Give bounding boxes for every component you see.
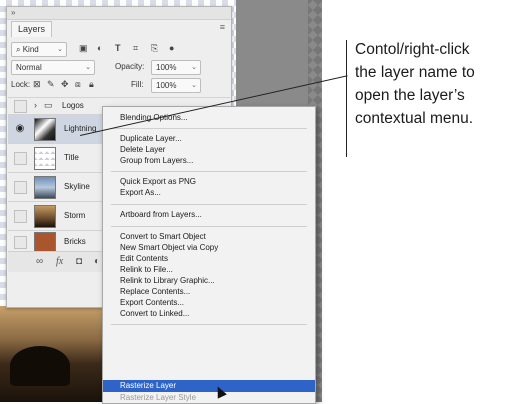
opacity-field[interactable]: 100% ⌄	[151, 60, 201, 75]
menu-separator	[111, 204, 307, 205]
smart-object-filter-icon[interactable]: ⎘	[151, 42, 158, 55]
layer-name[interactable]: Title	[64, 144, 79, 172]
lock-all-icon[interactable]: 🔒︎	[89, 78, 94, 91]
chevron-down-icon: ⌄	[191, 82, 197, 89]
type-filter-icon[interactable]: T	[115, 42, 121, 55]
eye-icon[interactable]: ◉	[14, 123, 26, 135]
menu-item-export-as[interactable]: Export As...	[103, 187, 315, 199]
tab-layers[interactable]: Layers	[11, 21, 53, 37]
lock-label: Lock:	[11, 80, 31, 89]
chevron-down-icon: ⌄	[191, 64, 197, 71]
folder-icon: ▭	[44, 100, 53, 110]
fill-label: Fill:	[131, 80, 144, 89]
layer-thumbnail	[34, 176, 56, 199]
callout-line: contextual menu.	[355, 110, 474, 127]
menu-item-rasterize-layer[interactable]: Rasterize Layer	[103, 380, 315, 392]
callout-line: Contol/right-click	[355, 41, 470, 58]
filter-toggle-icon[interactable]: ●	[169, 42, 174, 55]
pixel-filter-icon[interactable]: ▣	[79, 42, 88, 55]
visibility-toggle[interactable]	[14, 210, 27, 223]
menu-item-artboard-from-layers[interactable]: Artboard from Layers...	[103, 209, 315, 221]
menu-item-convert-to-linked[interactable]: Convert to Linked...	[103, 308, 315, 320]
photo-silhouette	[10, 346, 70, 386]
mask-icon[interactable]: ◘	[76, 255, 82, 269]
fill-value: 100%	[156, 81, 177, 90]
blend-mode-value: Normal	[16, 63, 42, 72]
lock-artboard-icon[interactable]: ⧈	[75, 78, 81, 91]
filter-kind-select[interactable]: ⌕ Kind ⌄	[11, 42, 67, 57]
menu-separator	[111, 128, 307, 129]
callout-line: the layer name to	[355, 64, 475, 81]
layer-name[interactable]: Bricks	[64, 231, 86, 252]
visibility-toggle[interactable]	[14, 181, 27, 194]
visibility-toggle[interactable]	[14, 100, 27, 113]
filter-row: ⌕ Kind ⌄ ▣ ◐ T ⌗ ⎘ ●	[11, 41, 227, 57]
lock-transparency-icon[interactable]: ⊠	[33, 78, 41, 91]
lock-row: Lock: ⊠ ✎ ✥ ⧈ 🔒︎ Fill: 100% ⌄	[11, 77, 227, 93]
opacity-value: 100%	[156, 63, 177, 72]
adjustment-icon[interactable]: ◐	[94, 255, 100, 269]
collapse-icon[interactable]: »	[11, 8, 15, 17]
callout-text: Contol/right-click the layer name to ope…	[355, 38, 515, 130]
panel-menu-icon[interactable]: ≡	[220, 22, 225, 32]
menu-item-group-from-layers[interactable]: Group from Layers...	[103, 155, 315, 167]
panel-title-bar[interactable]: »	[7, 7, 231, 20]
lock-pixels-icon[interactable]: ✎	[47, 78, 55, 91]
menu-item-rasterize-layer-style[interactable]: Rasterize Layer Style	[103, 392, 315, 404]
layer-name[interactable]: Storm	[64, 202, 85, 230]
fill-field[interactable]: 100% ⌄	[151, 78, 201, 93]
callout-line: open the layer’s	[355, 87, 465, 104]
menu-separator	[111, 226, 307, 227]
fx-icon[interactable]: fx	[56, 255, 63, 269]
blend-row: Normal ⌄ Opacity: 100% ⌄	[11, 59, 227, 75]
menu-separator	[111, 171, 307, 172]
visibility-toggle[interactable]	[14, 236, 27, 249]
search-icon: ⌕	[16, 45, 23, 54]
chevron-right-icon[interactable]: ›	[34, 99, 37, 112]
layer-thumbnail	[34, 118, 56, 141]
lock-position-icon[interactable]: ✥	[61, 78, 69, 91]
menu-separator	[111, 324, 307, 325]
layer-context-menu: Blending Options... Duplicate Layer... D…	[102, 106, 316, 404]
layer-thumbnail	[34, 205, 56, 228]
layer-name[interactable]: Skyline	[64, 173, 90, 201]
chevron-down-icon: ⌄	[57, 46, 63, 53]
adjustment-filter-icon[interactable]: ◐	[97, 42, 102, 55]
link-icon[interactable]: ∞	[36, 255, 43, 269]
filter-kind-value: Kind	[22, 45, 39, 54]
opacity-label: Opacity:	[115, 62, 145, 71]
layer-name[interactable]: Logos	[62, 98, 84, 114]
canvas-photo-preview	[0, 306, 110, 402]
blend-mode-select[interactable]: Normal ⌄	[11, 60, 95, 75]
callout-bar	[346, 40, 347, 157]
layer-name[interactable]: Lightning	[64, 115, 96, 143]
shape-filter-icon[interactable]: ⌗	[133, 42, 138, 55]
visibility-toggle[interactable]	[14, 152, 27, 165]
layer-thumbnail	[34, 232, 56, 252]
layer-thumbnail	[34, 147, 56, 170]
chevron-down-icon: ⌄	[85, 64, 91, 71]
